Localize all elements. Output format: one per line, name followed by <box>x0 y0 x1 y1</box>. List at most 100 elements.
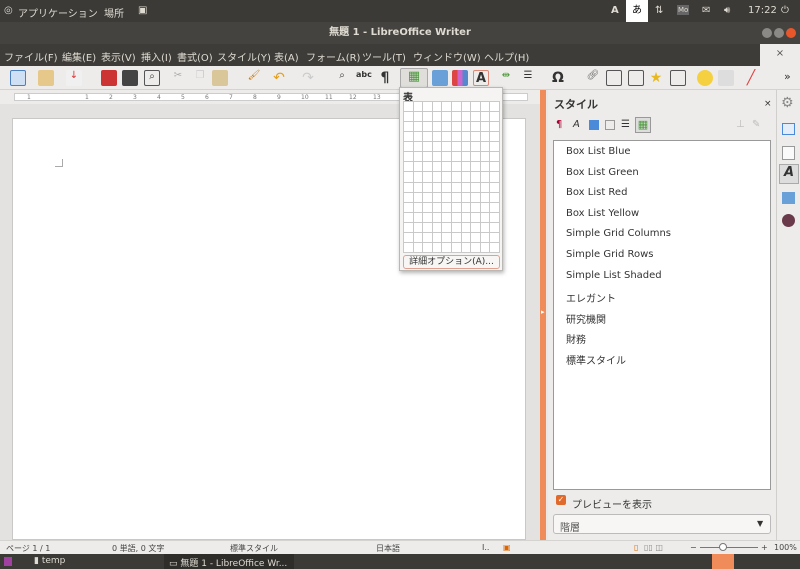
table-grid-cell[interactable] <box>471 142 480 152</box>
list-styles-icon[interactable]: ☰ <box>621 119 630 130</box>
table-grid-cell[interactable] <box>432 122 442 132</box>
table-grid-cell[interactable] <box>452 212 461 222</box>
table-grid-cell[interactable] <box>471 222 480 232</box>
insert-textbox-icon[interactable]: A <box>473 70 489 86</box>
table-grid-cell[interactable] <box>461 122 471 132</box>
table-grid-cell[interactable] <box>404 182 413 192</box>
table-grid-cell[interactable] <box>442 192 451 202</box>
table-grid-cell[interactable] <box>432 232 442 242</box>
page-deck-icon[interactable] <box>782 123 795 135</box>
table-grid-cell[interactable] <box>413 142 423 152</box>
menu-styles[interactable]: スタイル(Y) <box>217 49 271 64</box>
endnote-icon[interactable] <box>628 70 644 86</box>
table-grid-cell[interactable] <box>461 232 471 242</box>
style-list-item[interactable]: 財務 <box>566 331 586 346</box>
table-grid-cell[interactable] <box>442 212 451 222</box>
table-grid-cell[interactable] <box>480 222 490 232</box>
track-changes-icon[interactable] <box>718 70 734 86</box>
table-grid-cell[interactable] <box>490 242 499 252</box>
table-grid-cell[interactable] <box>423 242 432 252</box>
table-grid-cell[interactable] <box>461 182 471 192</box>
table-grid-cell[interactable] <box>452 182 461 192</box>
zoom-slider[interactable] <box>700 547 758 548</box>
table-grid-cell[interactable] <box>432 112 442 122</box>
collapse-arrow-icon[interactable]: ▸ <box>541 308 545 316</box>
menu-view[interactable]: 表示(V) <box>101 49 136 64</box>
style-list-item[interactable]: 研究機関 <box>566 311 606 326</box>
find-replace-icon[interactable]: ⌕ <box>334 70 350 86</box>
table-grid-cell[interactable] <box>442 132 451 142</box>
table-grid-cell[interactable] <box>471 112 480 122</box>
table-grid-cell[interactable] <box>404 102 413 112</box>
table-grid-cell[interactable] <box>442 202 451 212</box>
copy-icon[interactable]: ❐ <box>192 70 208 86</box>
table-grid-cell[interactable] <box>413 122 423 132</box>
table-grid-cell[interactable] <box>452 102 461 112</box>
table-grid-cell[interactable] <box>461 132 471 142</box>
show-desktop-icon[interactable] <box>4 557 12 566</box>
table-grid-cell[interactable] <box>461 192 471 202</box>
insert-field-icon[interactable]: ☰ <box>520 70 536 86</box>
table-grid-cell[interactable] <box>413 182 423 192</box>
table-grid-cell[interactable] <box>423 162 432 172</box>
table-grid-cell[interactable] <box>471 182 480 192</box>
table-grid-cell[interactable] <box>461 212 471 222</box>
table-grid-cell[interactable] <box>413 202 423 212</box>
table-grid-cell[interactable] <box>432 132 442 142</box>
table-grid-cell[interactable] <box>404 162 413 172</box>
volume-icon[interactable]: 🔊︎ <box>724 5 730 16</box>
table-grid-cell[interactable] <box>490 182 499 192</box>
table-grid-cell[interactable] <box>423 102 432 112</box>
table-grid-cell[interactable] <box>423 122 432 132</box>
preview-checkbox[interactable]: ✓ <box>556 495 566 505</box>
table-grid-cell[interactable] <box>480 162 490 172</box>
table-grid-cell[interactable] <box>452 242 461 252</box>
word-count[interactable]: 0 単語, 0 文字 <box>112 543 164 554</box>
table-grid-cell[interactable] <box>480 212 490 222</box>
table-grid-cell[interactable] <box>442 222 451 232</box>
table-grid-cell[interactable] <box>490 192 499 202</box>
table-grid-cell[interactable] <box>490 222 499 232</box>
table-grid-cell[interactable] <box>442 182 451 192</box>
table-grid-cell[interactable] <box>471 162 480 172</box>
menu-window[interactable]: ウィンドウ(W) <box>413 49 481 64</box>
table-grid-cell[interactable] <box>490 232 499 242</box>
special-character-icon[interactable]: Ω <box>550 70 566 86</box>
taskbar-item-writer[interactable]: ▭ 無題 1 - LibreOffice Wr... <box>164 554 294 569</box>
gallery-icon[interactable] <box>782 192 795 204</box>
table-grid-cell[interactable] <box>480 232 490 242</box>
menu-format[interactable]: 書式(O) <box>177 49 213 64</box>
page-icon[interactable] <box>782 146 795 160</box>
table-grid-cell[interactable] <box>432 242 442 252</box>
table-grid-cell[interactable] <box>461 162 471 172</box>
table-grid-cell[interactable] <box>490 212 499 222</box>
footnote-icon[interactable] <box>606 70 622 86</box>
indicator-mo[interactable]: Mo <box>677 5 690 15</box>
style-list-item[interactable]: Simple List Shaded <box>566 270 662 281</box>
places-menu[interactable]: 場所 <box>104 5 124 20</box>
redo-icon[interactable]: ↷ <box>300 70 316 86</box>
style-list-item[interactable]: Box List Green <box>566 167 639 178</box>
undo-icon[interactable]: ↶ <box>271 70 287 86</box>
table-grid-cell[interactable] <box>404 172 413 182</box>
insert-image-icon[interactable] <box>432 70 448 86</box>
mail-icon[interactable]: ✉ <box>702 5 710 16</box>
table-grid-cell[interactable] <box>461 172 471 182</box>
table-grid-cell[interactable] <box>404 222 413 232</box>
table-styles-icon[interactable]: ▦ <box>635 117 651 133</box>
table-grid-cell[interactable] <box>461 152 471 162</box>
table-grid-cell[interactable] <box>480 172 490 182</box>
signature-icon[interactable]: ▣ <box>503 543 511 552</box>
input-method-hiragana[interactable]: あ <box>626 0 648 22</box>
table-grid-cell[interactable] <box>413 162 423 172</box>
table-grid-cell[interactable] <box>442 172 451 182</box>
table-grid-cell[interactable] <box>442 102 451 112</box>
spellcheck-icon[interactable]: abc <box>356 70 372 86</box>
formatting-marks-icon[interactable]: ¶ <box>377 70 393 86</box>
table-grid-cell[interactable] <box>490 172 499 182</box>
menu-form[interactable]: フォーム(R) <box>306 49 360 64</box>
table-grid-cell[interactable] <box>413 212 423 222</box>
table-grid-cell[interactable] <box>442 242 451 252</box>
page-break-icon[interactable]: ⇹ <box>498 70 514 86</box>
more-options-button[interactable]: 詳細オプション(A)... <box>403 255 500 269</box>
